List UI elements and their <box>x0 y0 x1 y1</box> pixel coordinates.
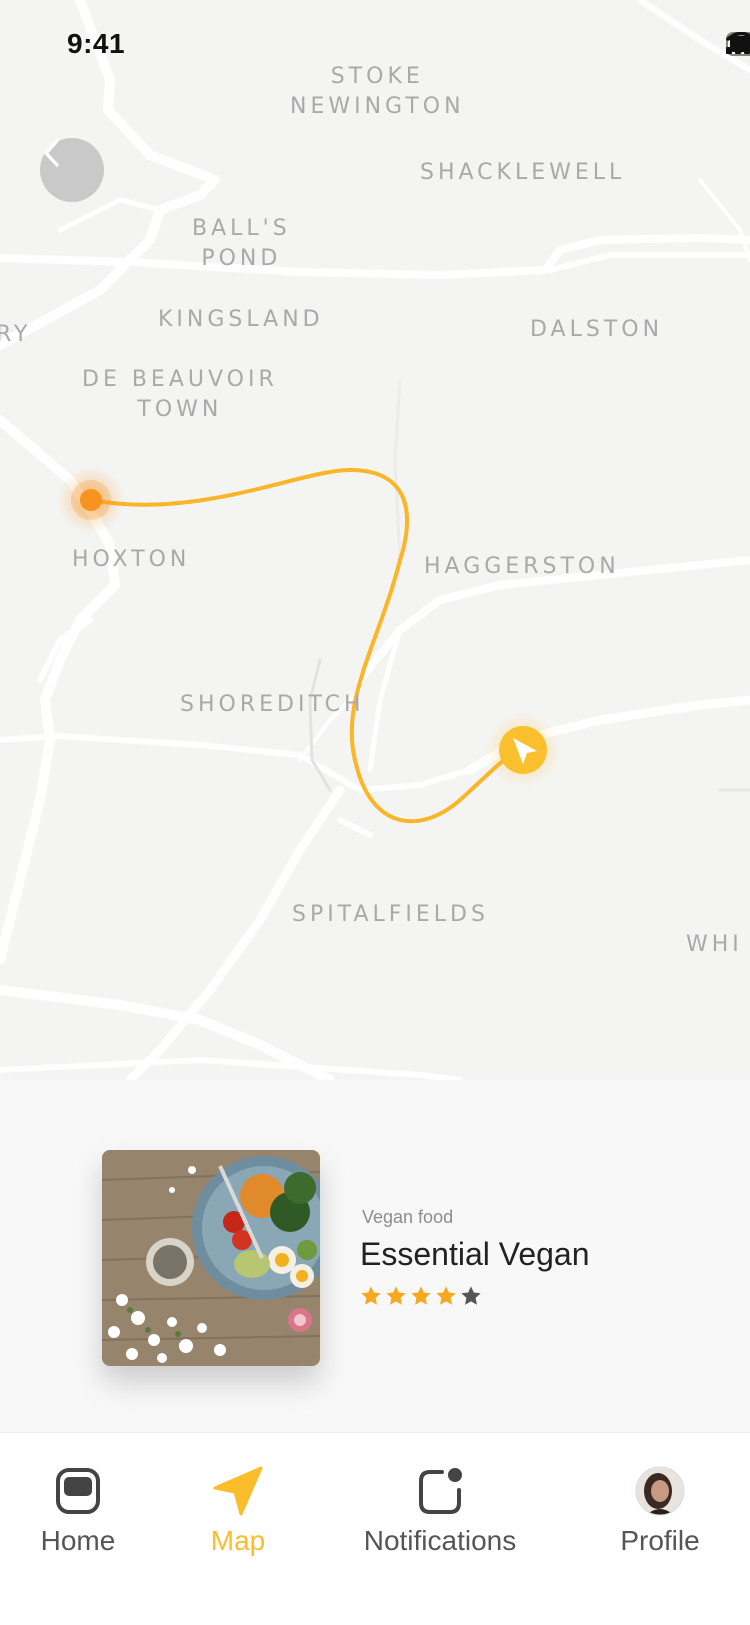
star-icon <box>461 1286 481 1305</box>
map-label-kingsland: KINGSLAND <box>158 307 324 332</box>
map-label-whitechapel-partial: WHI <box>686 932 743 957</box>
tab-map[interactable]: Map <box>205 1433 271 1573</box>
map-label-de-beauvoir: DE BEAUVOIR TOWN <box>82 367 278 422</box>
chevron-left-icon <box>44 139 59 167</box>
tab-home[interactable]: Home <box>37 1433 119 1573</box>
map-label-shoreditch: SHOREDITCH <box>180 692 365 717</box>
place-thumbnail[interactable] <box>102 1150 320 1366</box>
origin-marker <box>80 489 102 511</box>
map-view[interactable]: STOKE NEWINGTON SHACKLEWELL BALL'S POND … <box>0 0 750 1080</box>
map-label-islington-partial: RY <box>0 322 32 347</box>
tab-profile-label: Profile <box>620 1525 700 1556</box>
place-title: Essential Vegan <box>360 1236 590 1272</box>
place-category: Vegan food <box>362 1207 454 1227</box>
map-label-haggerston: HAGGERSTON <box>424 554 620 579</box>
avatar <box>635 1466 685 1516</box>
map-label-shacklewell: SHACKLEWELL <box>420 160 626 185</box>
star-icon <box>411 1286 431 1305</box>
navigation-arrow-icon <box>213 1466 263 1516</box>
tab-notifications[interactable]: Notifications <box>355 1433 525 1573</box>
tab-bar: Home Map Notifications Profile <box>0 1432 750 1625</box>
notification-icon <box>419 1468 462 1514</box>
battery-icon <box>726 32 750 56</box>
rating-stars <box>360 1285 482 1307</box>
route-line <box>89 467 524 824</box>
tab-home-label: Home <box>40 1525 116 1556</box>
map-label-hoxton: HOXTON <box>72 547 191 572</box>
map-label-spitalfields: SPITALFIELDS <box>292 902 489 927</box>
star-icon <box>386 1286 406 1305</box>
tab-notifications-label: Notifications <box>363 1525 517 1556</box>
tab-profile[interactable]: Profile <box>615 1433 705 1573</box>
status-time: 9:41 <box>67 28 126 59</box>
back-button[interactable] <box>40 138 104 202</box>
star-icon <box>436 1286 456 1305</box>
tab-map-label: Map <box>210 1525 266 1556</box>
food-bowl-image <box>102 1150 320 1366</box>
map-label-dalston: DALSTON <box>530 317 664 342</box>
map-label-stoke-newington: STOKE NEWINGTON <box>290 64 465 119</box>
star-icon <box>361 1286 381 1305</box>
map-label-balls-pond: BALL'S POND <box>192 216 291 271</box>
home-icon <box>56 1468 100 1514</box>
